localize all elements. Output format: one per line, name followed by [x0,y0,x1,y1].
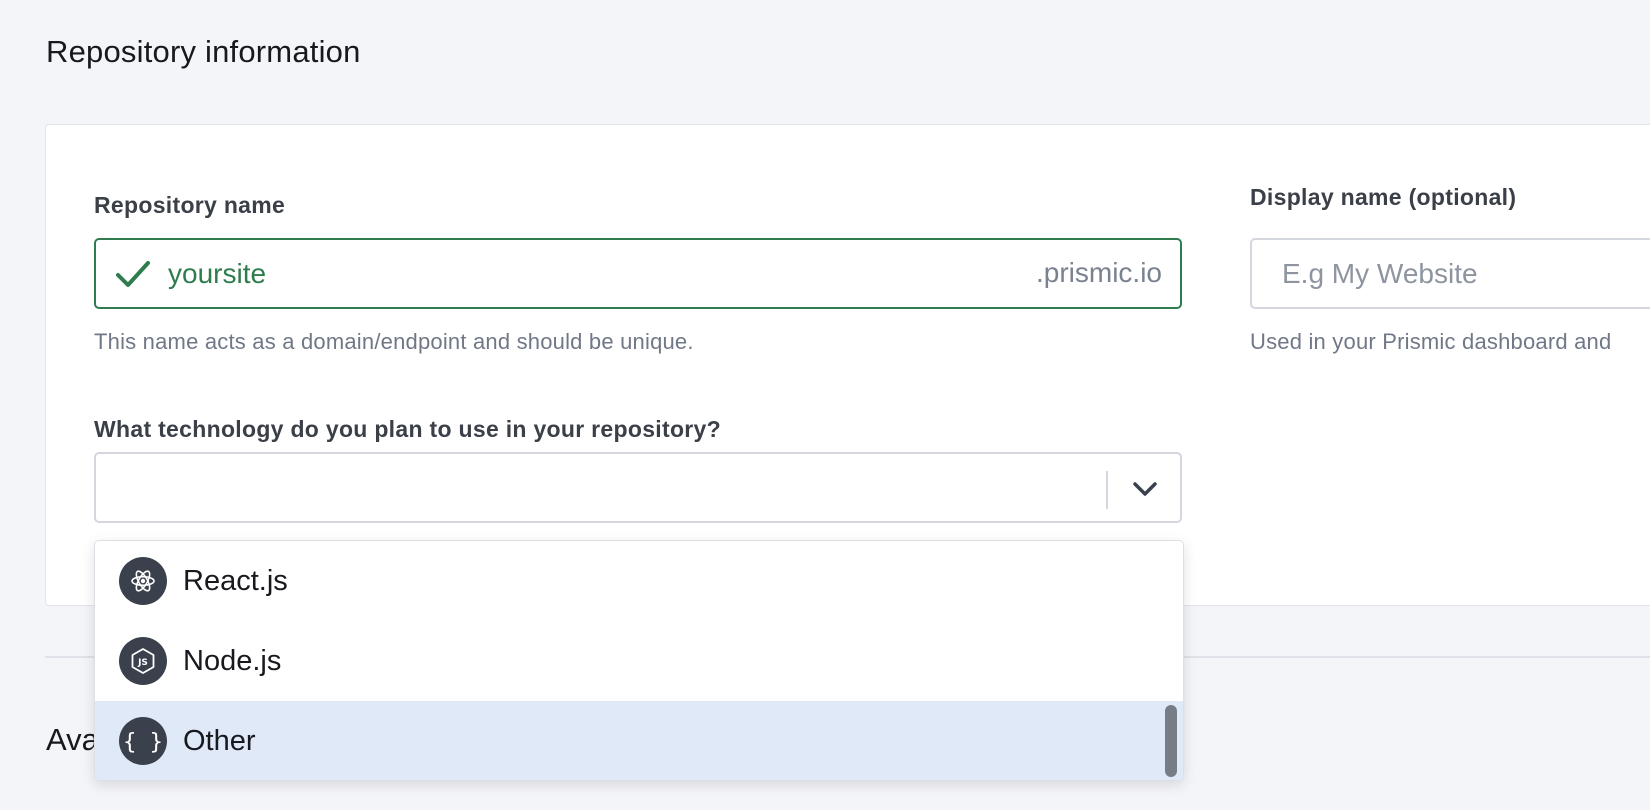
dropdown-scrollbar[interactable] [1165,705,1177,777]
technology-dropdown-menu: React.js JS Node.js { } Other [94,540,1184,781]
domain-suffix: .prismic.io [1035,257,1162,288]
display-name-hint: Used in your Prismic dashboard and [1250,329,1612,354]
repo-name-label: Repository name [94,192,286,218]
nodejs-icon: JS [119,637,167,685]
select-divider [1106,471,1108,509]
repo-name-hint: This name acts as a domain/endpoint and … [94,329,694,354]
svg-text:{ }: { } [123,730,163,755]
svg-text:JS: JS [137,658,148,668]
braces-icon: { } [119,717,167,765]
option-label: Node.js [183,645,282,677]
repo-name-input[interactable] [168,258,968,290]
repo-name-field[interactable]: .prismic.io [94,238,1182,309]
display-name-input[interactable] [1250,238,1650,309]
react-icon [119,557,167,605]
technology-select[interactable] [94,452,1182,523]
option-other[interactable]: { } Other [95,701,1183,780]
check-icon [116,261,150,287]
display-name-label: Display name (optional) [1250,184,1517,210]
option-label: React.js [183,565,288,597]
option-label: Other [183,725,256,757]
section-title: Repository information [46,34,361,69]
technology-label: What technology do you plan to use in yo… [94,416,722,442]
page: Repository information Repository name .… [0,0,1650,810]
option-node[interactable]: JS Node.js [95,621,1183,701]
option-react[interactable]: React.js [95,541,1183,621]
chevron-down-icon[interactable] [1130,476,1160,502]
next-section-title: Ava [46,722,99,757]
